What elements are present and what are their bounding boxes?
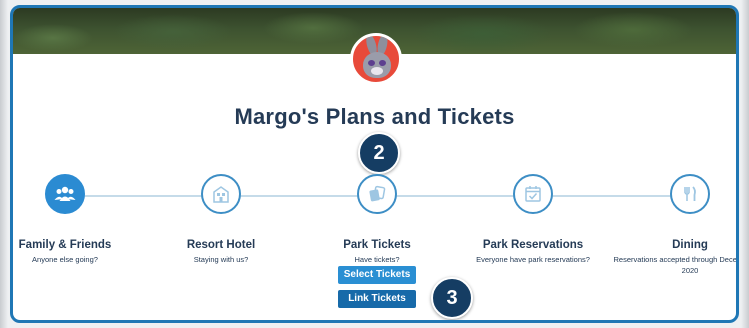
step-label: Park Reservations	[482, 239, 584, 251]
step-park-tickets[interactable]: Park Tickets Have tickets?	[297, 174, 457, 265]
step-park-reservations[interactable]: Park Reservations Everyone have park res…	[453, 174, 613, 265]
callout-badge-3: 3	[431, 277, 473, 319]
tickets-icon	[357, 174, 397, 214]
hotel-icon	[201, 174, 241, 214]
step-dining[interactable]: Dining Reservations accepted through Dec…	[610, 174, 737, 276]
step-subtext: Anyone else going?	[32, 255, 98, 264]
step-subtext: Everyone have park reservations?	[476, 255, 590, 264]
avatar[interactable]	[350, 33, 402, 85]
dining-icon	[670, 174, 710, 214]
select-tickets-button[interactable]: Select Tickets	[338, 266, 416, 284]
callout-badge-2: 2	[358, 132, 400, 174]
page-title: Margo's Plans and Tickets	[234, 104, 515, 129]
link-tickets-button[interactable]: Link Tickets	[338, 290, 416, 308]
step-family-friends[interactable]: Family & Friends Anyone else going?	[13, 174, 145, 265]
calendar-check-icon	[513, 174, 553, 214]
plans-card: Margo's Plans and Tickets 2 Family & Fri…	[10, 5, 739, 323]
step-label: Resort Hotel	[186, 239, 256, 251]
step-subtext: Have tickets?	[354, 255, 400, 264]
step-label: Dining	[672, 239, 708, 251]
step-subtext: Staying with us?	[193, 255, 249, 264]
people-icon	[45, 174, 85, 214]
step-label: Family & Friends	[18, 239, 112, 251]
step-label: Park Tickets	[343, 239, 411, 251]
step-resort-hotel[interactable]: Resort Hotel Staying with us?	[141, 174, 301, 265]
step-subtext: Reservations accepted through December 2…	[613, 255, 737, 275]
